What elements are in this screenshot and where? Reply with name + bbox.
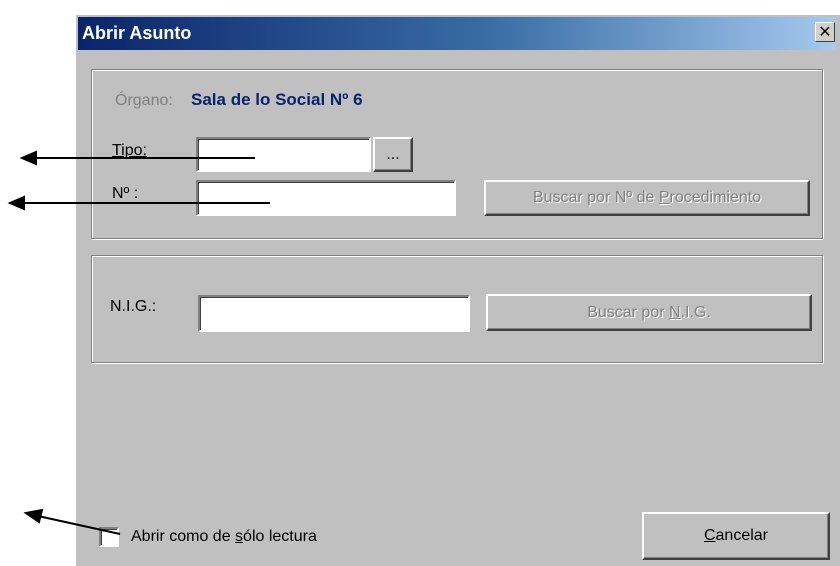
buscar-nig-button[interactable]: Buscar por N.I.G.: [486, 294, 812, 331]
readonly-label: Abrir como de sólo lectura: [131, 528, 317, 545]
tipo-label: Tipo:: [112, 142, 147, 159]
organo-value: Sala de lo Social Nº 6: [191, 90, 363, 109]
readonly-checkbox[interactable]: [99, 527, 119, 547]
close-icon: ✕: [818, 22, 832, 41]
cancel-button[interactable]: Cancelar: [642, 512, 830, 560]
window-title: Abrir Asunto: [82, 23, 192, 43]
numero-label: Nº :: [112, 185, 139, 202]
numero-input[interactable]: [196, 180, 456, 216]
tipo-browse-button[interactable]: ...: [373, 137, 413, 172]
close-button[interactable]: ✕: [815, 22, 835, 42]
buscar-procedimiento-button[interactable]: Buscar por Nº de Procedimiento: [484, 180, 810, 216]
organo-label: Órgano:: [115, 92, 173, 109]
nig-input[interactable]: [198, 295, 470, 332]
nig-label: N.I.G.:: [110, 298, 157, 315]
title-bar[interactable]: [78, 17, 836, 50]
tipo-input[interactable]: [196, 137, 371, 172]
